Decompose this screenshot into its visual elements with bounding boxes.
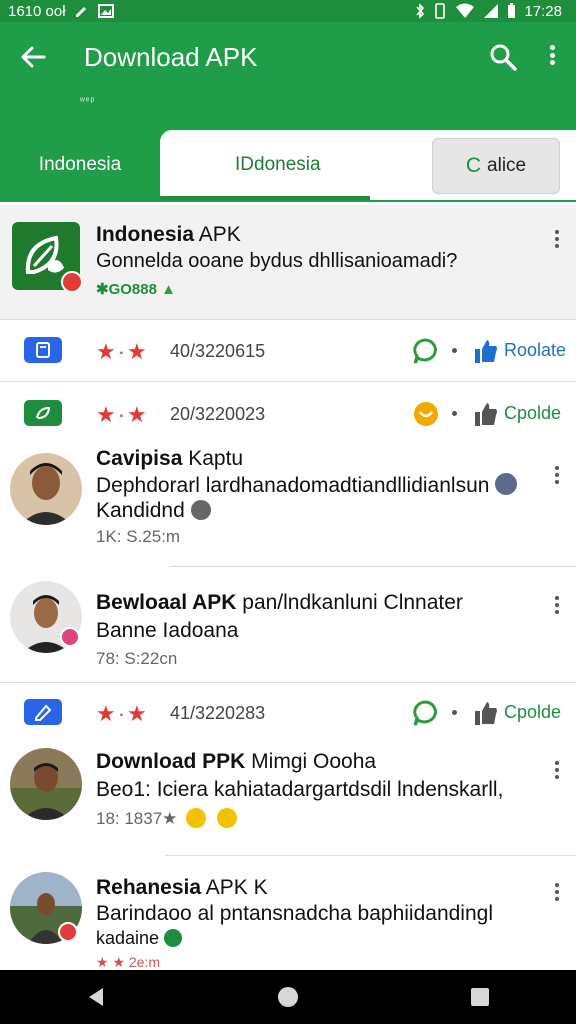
comment-meta: 1K: S.25:m xyxy=(96,527,181,546)
app-badge xyxy=(61,271,83,293)
comment-text: Kandidnd xyxy=(96,499,211,523)
comment-meta: ★ ★ 2e:m xyxy=(96,954,161,970)
featured-tag: ✱GO888 ▲ xyxy=(96,281,176,298)
status-right: 17:28 xyxy=(415,3,562,20)
rating-row: ★·★ 41/3220283 Cpolde xyxy=(0,682,576,744)
search-icon[interactable] xyxy=(488,42,518,72)
status-bar: 1610 ooł 17:28 xyxy=(0,0,576,22)
app-icon xyxy=(12,222,83,293)
tab-label: IDdonesia xyxy=(235,154,321,175)
battery-icon xyxy=(508,3,516,18)
avatar xyxy=(10,748,82,820)
tab-alice[interactable]: C alice xyxy=(432,138,560,194)
comment-author: Cavipisa Kaptu xyxy=(96,447,244,470)
star-rating: ★·★ xyxy=(96,701,149,726)
vibrate-icon xyxy=(435,3,446,19)
featured-subtitle: Gonnelda ooane bydus dhllisanioamadi? xyxy=(96,250,458,272)
divider xyxy=(165,855,576,856)
heart-badge-icon xyxy=(60,627,80,647)
emoji-icon[interactable] xyxy=(412,400,440,428)
tab-label: Indonesia xyxy=(38,154,122,175)
update-link[interactable]: Cpolde xyxy=(504,403,561,424)
update-link[interactable]: Cpolde xyxy=(504,702,561,723)
rating-date: 40/3220615 xyxy=(170,341,266,361)
list-item[interactable]: Download PPK Mimgi Oooha Beo1: Iciera ka… xyxy=(0,742,576,852)
comment-text: kadaine xyxy=(96,928,183,949)
list-item[interactable]: Cavipisa Kaptu Dephdorarl lardhanadomadt… xyxy=(0,445,576,565)
comment-meta: 78: S:22cn xyxy=(96,649,178,668)
comment-author: Download PPK Mimgi Oooha xyxy=(96,750,377,773)
status-time-right: 17:28 xyxy=(524,2,562,20)
separator-dot xyxy=(452,348,457,353)
comment-text: Dephdorarl lardhanadomadtiandllidianlsun xyxy=(96,473,518,498)
thumbs-up-icon[interactable] xyxy=(474,700,498,726)
page-title: Download APK xyxy=(84,42,258,72)
thumbs-up-icon[interactable] xyxy=(474,338,498,364)
system-nav-bar xyxy=(0,970,576,1024)
star-rating: ★·★ xyxy=(96,339,149,364)
comment-author: Rehanesia APK K xyxy=(96,876,268,899)
heart-badge-icon xyxy=(58,922,78,942)
bluetooth-icon xyxy=(416,3,425,19)
rating-date: 41/3220283 xyxy=(170,703,266,723)
app-chip-icon[interactable] xyxy=(24,400,62,426)
comment-text: Banne Iadoana xyxy=(96,619,239,642)
separator-dot xyxy=(452,411,457,416)
rating-row: ★·★ 20/3220023 Cpolde xyxy=(0,383,576,445)
star-rating: ★·★ xyxy=(96,402,149,427)
overflow-menu-icon[interactable] xyxy=(552,880,562,904)
comment-author: Bewloaal APK pan/lndkanluni Clnnater xyxy=(96,591,463,614)
app-chip-icon[interactable] xyxy=(24,699,62,725)
thumbs-up-icon[interactable] xyxy=(474,401,498,427)
status-left: 1610 ooł xyxy=(8,3,114,20)
wifi-icon xyxy=(456,3,475,18)
rating-row: ★·★ 40/3220615 Roolate xyxy=(0,320,576,382)
back-arrow-icon[interactable] xyxy=(18,42,48,72)
divider xyxy=(170,566,576,567)
avatar xyxy=(10,453,82,525)
overflow-menu-icon[interactable] xyxy=(552,758,562,782)
comment-meta: 18: 1837★ xyxy=(96,808,237,829)
list-item[interactable]: Rehanesia APK K Barindaoo al pntansnadch… xyxy=(0,866,576,970)
sync-badge-icon xyxy=(495,473,518,495)
settings-badge-icon xyxy=(190,500,211,520)
home-circle-icon[interactable] xyxy=(276,985,300,1009)
emoji-icon xyxy=(186,808,207,828)
back-triangle-icon[interactable] xyxy=(85,986,107,1008)
featured-title: Indonesia APK xyxy=(96,223,241,246)
app-bar-caption: ʷᵉᵖ xyxy=(80,96,96,107)
recents-square-icon[interactable] xyxy=(469,986,491,1008)
comment-text: Barindaoo al pntansnadcha baphiidandingl xyxy=(96,902,493,925)
chat-bubble-icon[interactable] xyxy=(412,337,440,365)
tab-indonesia[interactable]: Indonesia xyxy=(0,130,160,200)
overflow-menu-icon[interactable] xyxy=(552,227,562,251)
separator-dot xyxy=(452,710,457,715)
overflow-menu-icon[interactable] xyxy=(540,42,564,68)
rating-date: 20/3220023 xyxy=(170,404,266,424)
overflow-menu-icon[interactable] xyxy=(552,463,562,487)
badge-icon xyxy=(164,929,183,947)
list-item[interactable]: Bewloaal APK pan/lndkanluni Clnnater Ban… xyxy=(0,575,576,680)
comment-text: Beo1: Iciera kahiatadargartdsdil lndensk… xyxy=(96,778,504,801)
chat-bubble-icon[interactable] xyxy=(412,699,440,727)
emoji-icon xyxy=(216,808,237,828)
tab-prefix: C xyxy=(465,154,482,177)
app-chip-icon[interactable] xyxy=(24,337,62,363)
featured-app-card[interactable]: Indonesia APK Gonnelda ooane bydus dhlli… xyxy=(0,205,576,320)
overflow-menu-icon[interactable] xyxy=(552,593,562,617)
tab-indicator xyxy=(160,196,370,200)
edit-icon xyxy=(75,7,86,17)
tab-label: alice xyxy=(487,155,527,176)
status-time-left: 1610 ooł xyxy=(8,2,66,20)
image-icon xyxy=(97,4,114,18)
signal-icon xyxy=(484,4,499,18)
thumbs-up-icon: ▲ xyxy=(161,281,176,298)
update-link[interactable]: Roolate xyxy=(504,340,566,361)
